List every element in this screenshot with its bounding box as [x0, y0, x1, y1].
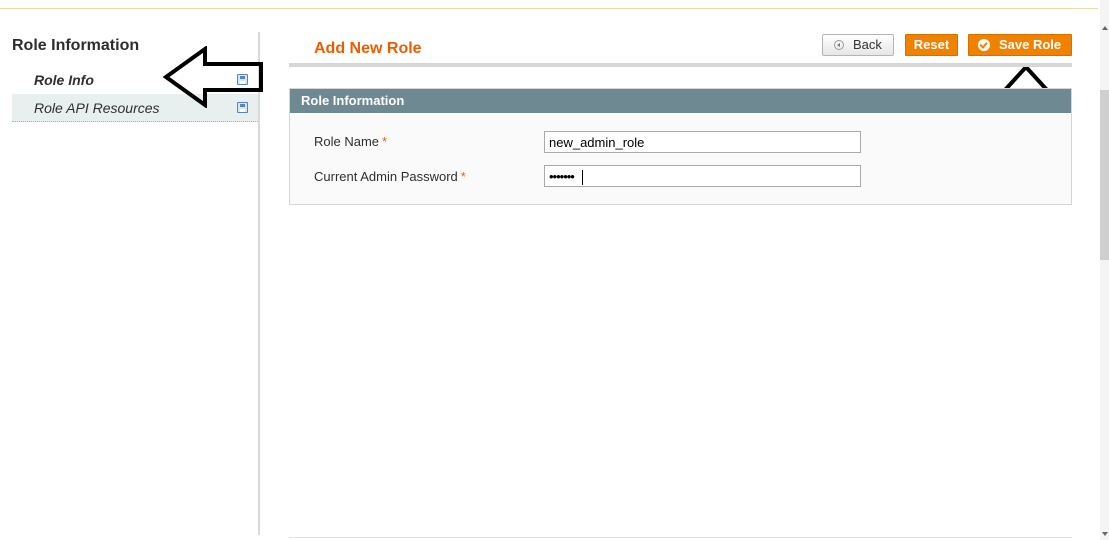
save-role-button-label: Save Role — [999, 37, 1062, 52]
scrollbar-track[interactable] — [1100, 0, 1109, 540]
sidebar-item-label: Role API Resources — [34, 100, 160, 116]
title-divider — [289, 63, 1072, 67]
current-admin-password-input[interactable] — [544, 165, 861, 187]
annotation-arrow-left-icon — [162, 46, 263, 108]
save-role-button[interactable]: Save Role — [968, 34, 1072, 56]
role-name-label: Role Name * — [314, 134, 387, 149]
current-admin-password-label-text: Current Admin Password — [314, 169, 458, 184]
section-header: Role Information — [290, 89, 1071, 113]
bottom-rule — [289, 537, 1072, 538]
sidebar-item-label: Role Info — [34, 72, 94, 88]
current-admin-password-label: Current Admin Password * — [314, 169, 466, 184]
scroll-up-arrow-icon[interactable] — [1102, 26, 1108, 30]
back-button-label: Back — [853, 37, 882, 52]
scroll-down-arrow-icon[interactable] — [1102, 532, 1108, 536]
role-name-input[interactable] — [544, 131, 861, 153]
back-button[interactable]: Back — [822, 34, 894, 56]
reset-button-label: Reset — [913, 37, 950, 52]
scrollbar-thumb[interactable] — [1100, 90, 1109, 260]
back-icon — [834, 40, 844, 50]
checkmark-icon — [978, 39, 990, 51]
reset-button[interactable]: Reset — [905, 34, 958, 56]
required-mark: * — [382, 134, 388, 149]
page-title: Add New Role — [314, 40, 422, 57]
text-caret — [582, 170, 583, 185]
sidebar-title: Role Information — [12, 37, 140, 54]
required-mark: * — [460, 169, 466, 184]
role-name-label-text: Role Name — [314, 134, 380, 149]
role-information-fieldset: Role Information Role Name* Current Admi… — [289, 88, 1072, 205]
